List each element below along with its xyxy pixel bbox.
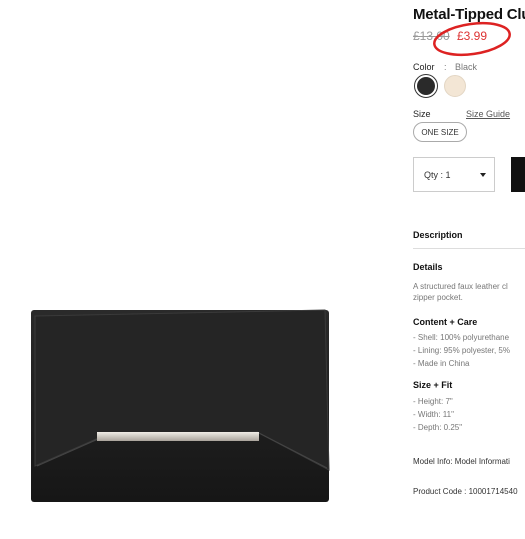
content-line-2: - Lining: 95% polyester, 5%	[413, 346, 510, 355]
details-line-2: zipper pocket.	[413, 293, 463, 302]
details-heading: Details	[413, 262, 443, 272]
quantity-value: Qty : 1	[424, 169, 451, 180]
product-image	[31, 309, 330, 502]
size-fit-heading: Size + Fit	[413, 380, 453, 390]
price-highlight-circle	[433, 21, 511, 57]
size-label: Size	[413, 109, 431, 119]
swatch-cream[interactable]	[444, 75, 466, 97]
color-separator: :	[444, 62, 447, 72]
divider	[413, 248, 525, 249]
product-code: Product Code : 10001714540	[413, 487, 518, 496]
color-label: Color	[413, 62, 435, 72]
description-tab[interactable]: Description	[413, 230, 463, 240]
color-value: Black	[455, 62, 478, 72]
size-guide-link[interactable]: Size Guide	[466, 109, 510, 119]
fit-line-1: - Height: 7"	[413, 397, 453, 406]
content-line-1: - Shell: 100% polyurethane	[413, 333, 510, 342]
model-info: Model Info: Model Informati	[413, 457, 510, 466]
details-line-1: A structured faux leather cl	[413, 282, 508, 291]
quantity-select[interactable]: Qty : 1	[413, 157, 495, 192]
chevron-down-icon	[480, 173, 486, 177]
add-to-bag-button[interactable]	[511, 157, 525, 192]
fit-line-3: - Depth: 0.25"	[413, 423, 463, 432]
size-option-one-size[interactable]: ONE SIZE	[413, 122, 467, 142]
metal-bar	[97, 432, 259, 441]
swatch-black[interactable]	[414, 74, 438, 98]
content-care-heading: Content + Care	[413, 317, 478, 327]
fit-line-2: - Width: 11"	[413, 410, 454, 419]
content-line-3: - Made in China	[413, 359, 470, 368]
